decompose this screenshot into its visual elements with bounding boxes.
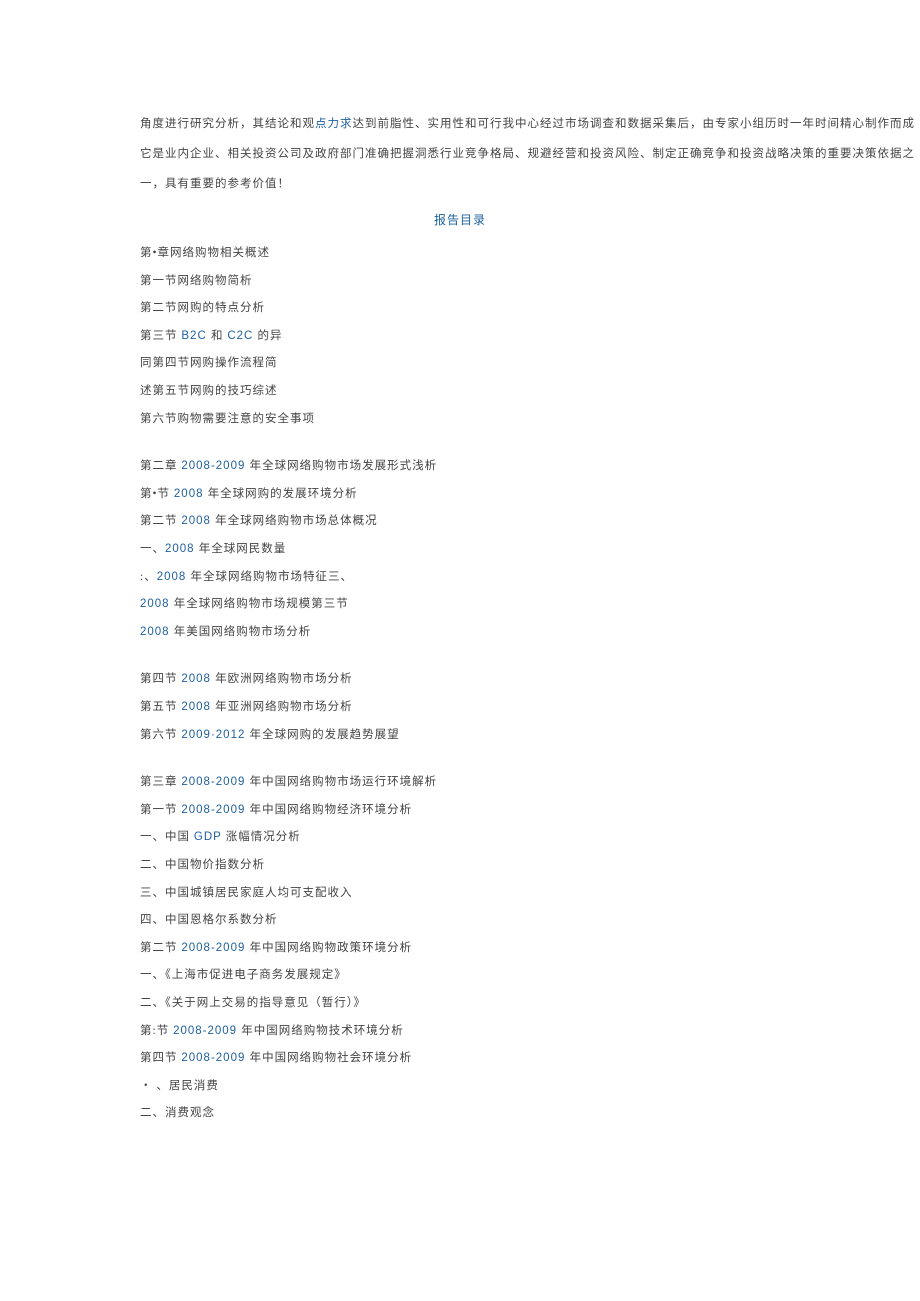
- ch3-i4: 四、中国恩格尔系数分析: [140, 907, 780, 935]
- ch3-s2: 第二节 2008-2009 年中国网络购物政策环境分析: [140, 935, 780, 963]
- ch2-i3: 2008 年全球网络购物市场规模第三节: [140, 591, 780, 619]
- ch2-s5: 第五节 2008 年亚洲网络购物市场分析: [140, 694, 780, 722]
- ch1-s4: 同第四节网购操作流程简: [140, 350, 780, 378]
- ch1-heading: 第•章网络购物相关概述: [140, 240, 780, 268]
- ch1-s6: 第六节购物需要注意的安全事项: [140, 406, 780, 434]
- ch1-s2: 第二节网购的特点分析: [140, 295, 780, 323]
- ch2-s4: 第四节 2008 年欧洲网络购物市场分析: [140, 666, 780, 694]
- ch2-s6: 第六节 2009·2012 年全球网购的发展趋势展望: [140, 722, 780, 750]
- ch3-heading: 第三章 2008-2009 年中国网络购物市场运行环境解析: [140, 769, 780, 797]
- ch3-i8: 二、消费观念: [140, 1100, 780, 1128]
- ch3-s3: 第:节 2008-2009 年中国网络购物技术环境分析: [140, 1018, 780, 1046]
- ch2-i2: :、2008 年全球网络购物市场特征三、: [140, 564, 780, 592]
- intro-line1c: 达到前脂性、实用性和可行我中心经过市场调查和数据采集后，由专家小组历时一年时间精…: [353, 118, 916, 130]
- intro-line1a: 角度进行研究分析，其结论和观: [140, 118, 315, 130]
- intro-line1b: 点力求: [315, 118, 353, 130]
- ch3-i3: 三、中国城镇居民家庭人均可支配收入: [140, 880, 780, 908]
- intro-line3: 一，具有重要的参考价值！: [140, 178, 290, 190]
- intro-paragraph: 角度进行研究分析，其结论和观点力求达到前脂性、实用性和可行我中心经过市场调查和数…: [140, 110, 780, 200]
- ch3-s4: 第四节 2008-2009 年中国网络购物社会环境分析: [140, 1045, 780, 1073]
- ch2-i4: 2008 年美国网络购物市场分析: [140, 619, 780, 647]
- ch3-i2: 二、中国物价指数分析: [140, 852, 780, 880]
- ch3-i5: 一、《上海市促进电子商务发展规定》: [140, 962, 780, 990]
- ch1-s3: 第三节 B2C 和 C2C 的异: [140, 323, 780, 351]
- report-title: 报告目录: [140, 210, 780, 230]
- ch1-s5: 述第五节网购的技巧综述: [140, 378, 780, 406]
- ch3-s1: 第一节 2008-2009 年中国网络购物经济环境分析: [140, 797, 780, 825]
- ch3-i6: 二、《关于网上交易的指导意见（暂行）》: [140, 990, 780, 1018]
- ch2-i1: 一、2008 年全球网民数量: [140, 536, 780, 564]
- ch1-s1: 第一节网络购物简析: [140, 268, 780, 296]
- intro-line2: 它是业内企业、相关投资公司及政府部门准确把握洞悉行业竞争格局、规避经营和投资风险…: [140, 148, 915, 160]
- ch2-s2: 第二节 2008 年全球网络购物市场总体概况: [140, 508, 780, 536]
- ch3-i7: ・ 、居民消费: [140, 1073, 780, 1101]
- ch2-heading: 第二章 2008-2009 年全球网络购物市场发展形式浅析: [140, 453, 780, 481]
- ch3-i1: 一、中国 GDP 涨幅情况分析: [140, 824, 780, 852]
- ch2-s1: 第•节 2008 年全球网购的发展环境分析: [140, 481, 780, 509]
